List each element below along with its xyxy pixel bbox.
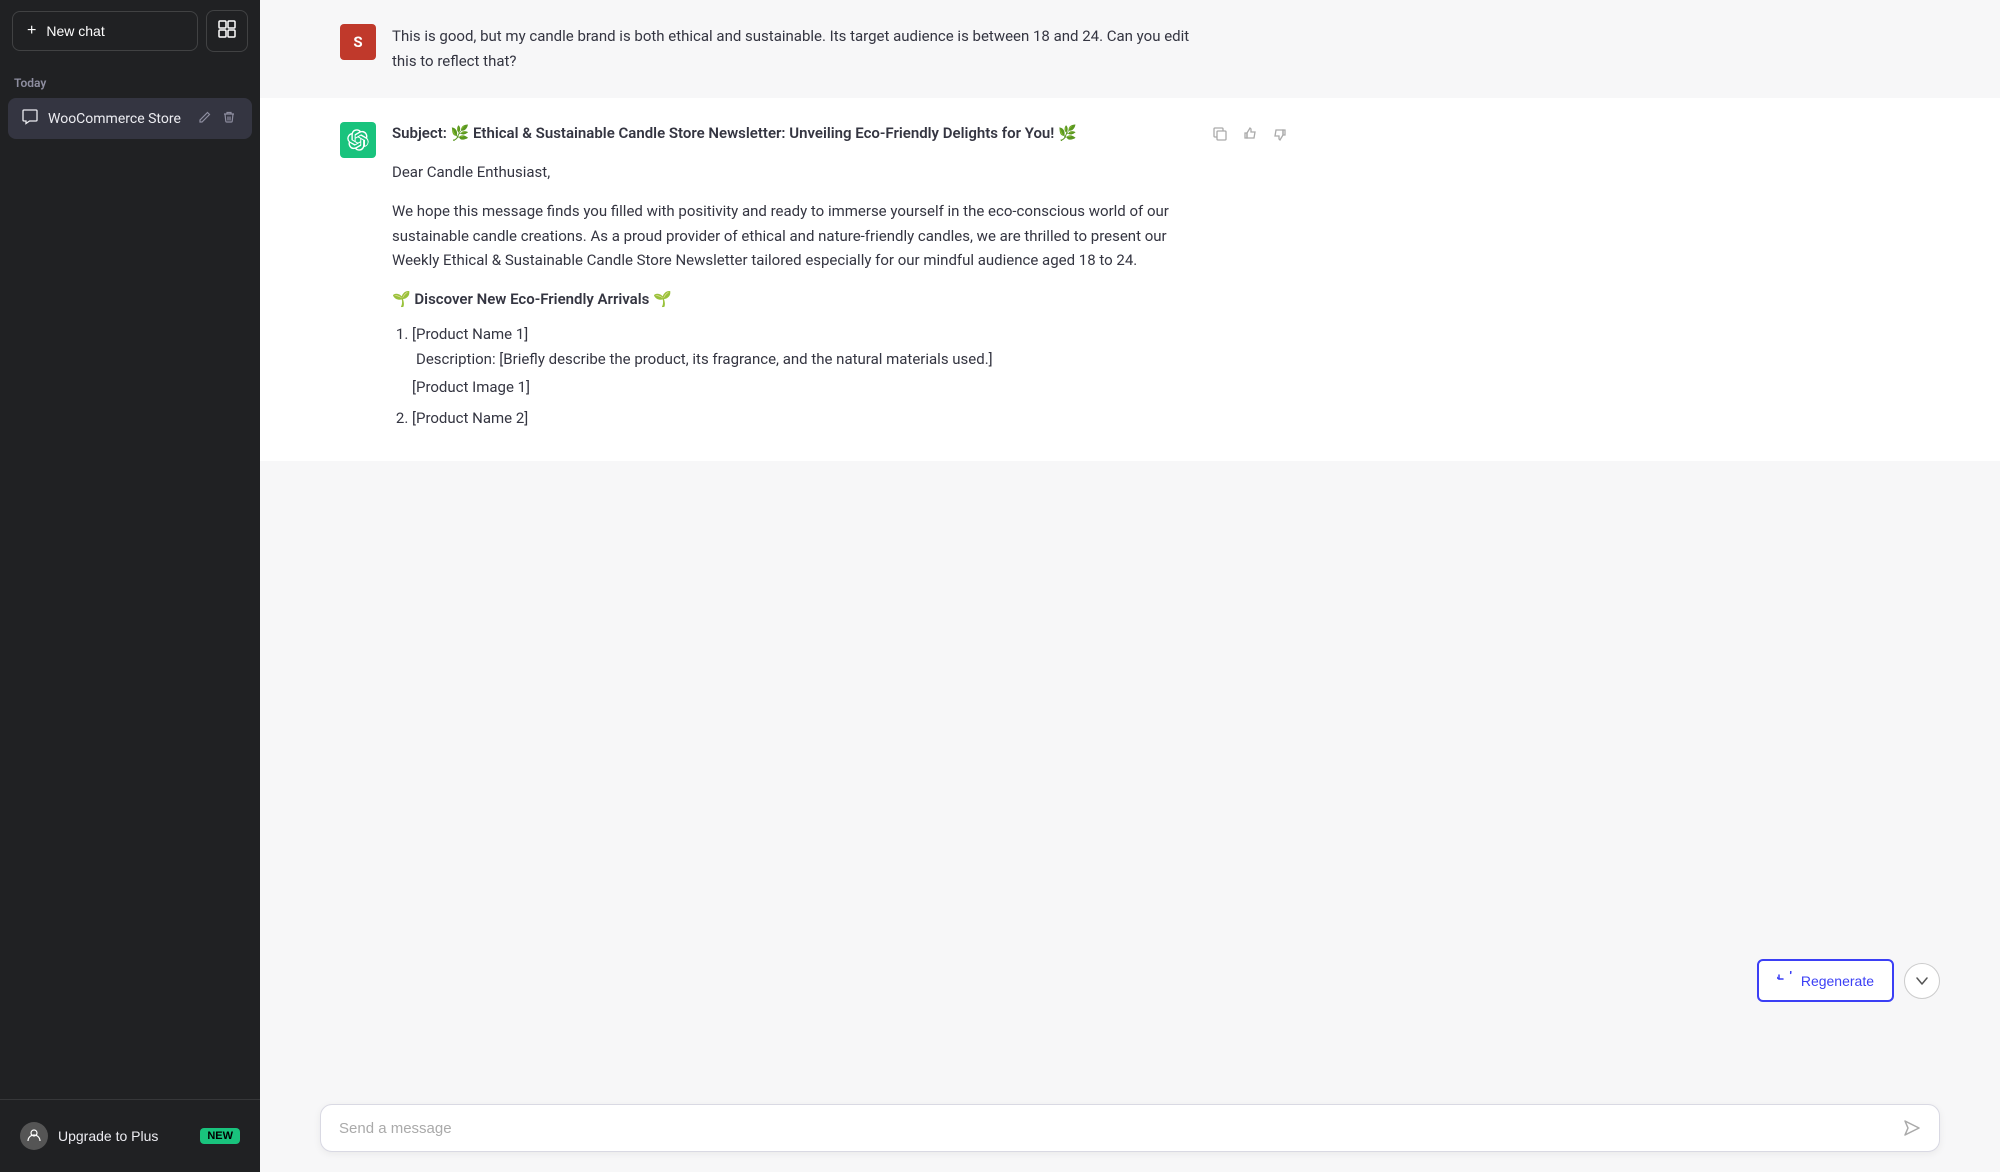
body-paragraph: We hope this message finds you filled wi… [392,199,1192,273]
chat-wrapper: S This is good, but my candle brand is b… [260,0,2000,1092]
copy-button[interactable] [1208,122,1232,151]
user-message-text: This is good, but my candle brand is bot… [392,24,1192,74]
new-chat-label: New chat [46,23,104,39]
plus-icon: + [27,22,36,40]
sidebar-bottom: Upgrade to Plus NEW [0,1099,260,1172]
chat-history-item[interactable]: WooCommerce Store [8,98,252,139]
input-area [260,1092,2000,1172]
regenerate-label: Regenerate [1801,973,1874,989]
user-message: S This is good, but my candle brand is b… [260,0,2000,98]
product1-desc: Description: [Briefly describe the produ… [416,347,1192,372]
greeting: Dear Candle Enthusiast, [392,160,1192,185]
edit-chat-button[interactable] [196,108,214,129]
product2-name: [Product Name 2] [412,409,528,427]
message-actions [1208,122,1292,151]
gpt-avatar [340,122,376,158]
today-label: Today [0,62,260,96]
upgrade-button[interactable]: Upgrade to Plus NEW [12,1112,248,1160]
scroll-down-button[interactable] [1904,963,1940,999]
new-badge: NEW [200,1128,240,1144]
layout-toggle-button[interactable] [206,10,248,52]
assistant-message: Subject: 🌿 Ethical & Sustainable Candle … [260,98,2000,461]
layout-icon [218,20,236,43]
input-box [320,1104,1940,1152]
message-input[interactable] [339,1120,1893,1137]
thumbs-up-button[interactable] [1238,122,1262,151]
chat-item-actions [196,108,238,129]
product1-name: [Product Name 1] [412,322,1192,347]
list-item: [Product Name 1] Description: [Briefly d… [412,322,1192,400]
chat-messages: S This is good, but my candle brand is b… [260,0,2000,1092]
product1-image: [Product Image 1] [412,375,1192,400]
sidebar-top: + New chat [0,0,260,62]
section-heading: 🌱 Discover New Eco-Friendly Arrivals 🌱 [392,287,1192,312]
thumbs-down-button[interactable] [1268,122,1292,151]
send-button[interactable] [1903,1119,1921,1137]
regenerate-button[interactable]: Regenerate [1757,959,1894,1002]
new-chat-button[interactable]: + New chat [12,11,198,51]
assistant-message-content: Subject: 🌿 Ethical & Sustainable Candle … [392,122,1192,437]
avatar [20,1122,48,1150]
main-content: S This is good, but my candle brand is b… [260,0,2000,1172]
regenerate-icon [1777,971,1793,990]
product-list: [Product Name 1] Description: [Briefly d… [392,322,1192,431]
user-avatar: S [340,24,376,60]
delete-chat-button[interactable] [220,108,238,129]
upgrade-label: Upgrade to Plus [58,1128,158,1144]
sidebar: + New chat Today WooCommerce Store [0,0,260,1172]
subject-line: Subject: 🌿 Ethical & Sustainable Candle … [392,122,1192,145]
floating-actions: Regenerate [1757,959,1940,1002]
list-item: [Product Name 2] [412,406,1192,431]
chat-item-label: WooCommerce Store [48,111,186,127]
chat-icon [22,109,38,129]
